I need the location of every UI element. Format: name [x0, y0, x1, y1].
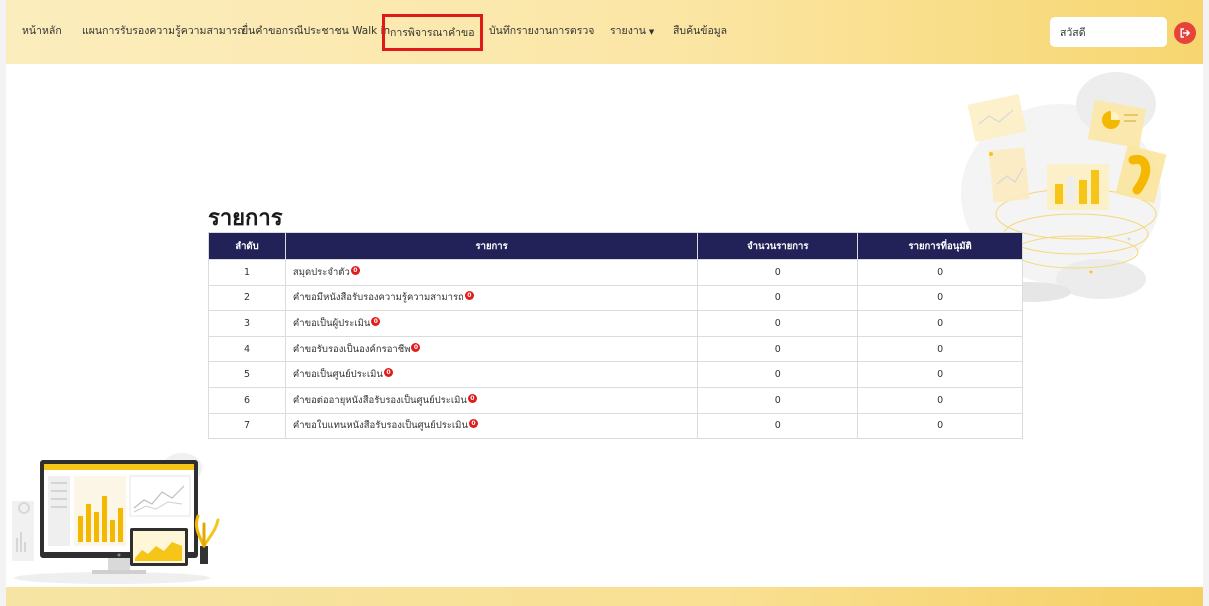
row-order: 4	[208, 335, 286, 363]
row-item-label[interactable]: คำขอใบแทนหนังสือรับรองเป็นศูนย์ประเมิน	[293, 420, 468, 431]
top-navbar: หน้าหลัก แผนการรับรองความรู้ความสามารถ ย…	[6, 0, 1203, 64]
row-item[interactable]: คำขอเป็นศูนย์ประเมิน 0	[284, 361, 699, 388]
row-order: 7	[208, 412, 286, 440]
request-summary-table: ลำดับ รายการ จำนวนรายการ รายการที่อนุมัต…	[208, 232, 1023, 440]
page-title: รายการ	[208, 206, 283, 231]
nav-home[interactable]: หน้าหลัก	[22, 22, 62, 39]
row-order: 6	[208, 386, 286, 414]
nav-request-review[interactable]: การพิจารณาคำขอ	[382, 14, 483, 51]
notification-badge: 0	[350, 265, 360, 275]
notification-badge: 0	[468, 419, 478, 429]
row-approved: 0	[857, 284, 1023, 312]
logout-button[interactable]	[1174, 22, 1196, 44]
row-count: 0	[697, 412, 859, 440]
row-count: 0	[697, 386, 859, 414]
notification-badge: 0	[383, 368, 393, 378]
row-count: 0	[697, 259, 859, 286]
notification-badge: 0	[464, 291, 474, 301]
row-item-label[interactable]: คำขอรับรองเป็นองค์กรอาชีพ	[293, 344, 411, 355]
row-order: 3	[208, 310, 286, 337]
user-greeting[interactable]: สวัสดี	[1050, 17, 1167, 47]
row-item[interactable]: คำขอรับรองเป็นองค์กรอาชีพ 0	[284, 335, 699, 363]
table-row[interactable]: 1 สมุดประจำตัว 0 0 0	[208, 259, 1023, 286]
row-approved: 0	[857, 386, 1023, 414]
notification-badge: 0	[467, 393, 477, 403]
row-item-label[interactable]: คำขอเป็นผู้ประเมิน	[293, 318, 370, 329]
row-approved: 0	[857, 412, 1023, 440]
header-item: รายการ	[284, 232, 699, 260]
row-count: 0	[697, 284, 859, 312]
notification-badge: 0	[371, 316, 381, 326]
row-item[interactable]: คำขอเป็นผู้ประเมิน 0	[284, 310, 699, 337]
row-order: 1	[208, 259, 286, 286]
app-frame: หน้าหลัก แผนการรับรองความรู้ความสามารถ ย…	[0, 0, 1209, 606]
row-count: 0	[697, 310, 859, 337]
notification-badge: 0	[411, 342, 421, 352]
caret-down-icon: ▼	[648, 28, 655, 36]
footer-bar	[6, 587, 1203, 606]
table-row[interactable]: 6 คำขอต่ออายุหนังสือรับรองเป็นศูนย์ประเม…	[208, 386, 1023, 414]
nav-reports-dropdown[interactable]: รายงาน ▼	[610, 22, 654, 39]
row-approved: 0	[857, 361, 1023, 388]
row-item-label[interactable]: คำขอมีหนังสือรับรองความรู้ความสามารถ	[293, 292, 464, 303]
nav-walk-in-request[interactable]: ยื่นคำขอกรณีประชาชน Walk in	[242, 22, 390, 39]
row-order: 2	[208, 284, 286, 312]
row-item[interactable]: คำขอมีหนังสือรับรองความรู้ความสามารถ 0	[284, 284, 699, 312]
row-count: 0	[697, 361, 859, 388]
header-approved: รายการที่อนุมัติ	[857, 232, 1023, 260]
table-row[interactable]: 4 คำขอรับรองเป็นองค์กรอาชีพ 0 0 0	[208, 335, 1023, 363]
table-row[interactable]: 3 คำขอเป็นผู้ประเมิน 0 0 0	[208, 310, 1023, 337]
computer-chart-illustration	[12, 453, 220, 584]
header-count: จำนวนรายการ	[697, 232, 859, 260]
row-count: 0	[697, 335, 859, 363]
row-item[interactable]: คำขอต่ออายุหนังสือรับรองเป็นศูนย์ประเมิน…	[284, 386, 699, 414]
header-order: ลำดับ	[208, 232, 286, 260]
row-approved: 0	[857, 259, 1023, 286]
nav-certification-plan[interactable]: แผนการรับรองความรู้ความสามารถ	[82, 22, 244, 39]
table-row[interactable]: 7 คำขอใบแทนหนังสือรับรองเป็นศูนย์ประเมิน…	[208, 412, 1023, 440]
row-item-label[interactable]: คำขอต่ออายุหนังสือรับรองเป็นศูนย์ประเมิน	[293, 395, 467, 406]
table-header-row: ลำดับ รายการ จำนวนรายการ รายการที่อนุมัต…	[208, 232, 1023, 260]
row-approved: 0	[857, 335, 1023, 363]
row-approved: 0	[857, 310, 1023, 337]
row-item[interactable]: สมุดประจำตัว 0	[284, 259, 699, 286]
row-item-label[interactable]: สมุดประจำตัว	[293, 267, 350, 278]
table-row[interactable]: 5 คำขอเป็นศูนย์ประเมิน 0 0 0	[208, 361, 1023, 388]
nav-reports-label: รายงาน	[610, 25, 646, 37]
nav-inspection-record[interactable]: บันทึกรายงานการตรวจ	[489, 22, 594, 39]
row-order: 5	[208, 361, 286, 388]
table-row[interactable]: 2 คำขอมีหนังสือรับรองความรู้ความสามารถ 0 …	[208, 284, 1023, 312]
logout-icon	[1180, 28, 1190, 38]
nav-search-data[interactable]: สืบค้นข้อมูล	[673, 22, 727, 39]
row-item[interactable]: คำขอใบแทนหนังสือรับรองเป็นศูนย์ประเมิน 0	[284, 412, 699, 440]
row-item-label[interactable]: คำขอเป็นศูนย์ประเมิน	[293, 369, 383, 380]
